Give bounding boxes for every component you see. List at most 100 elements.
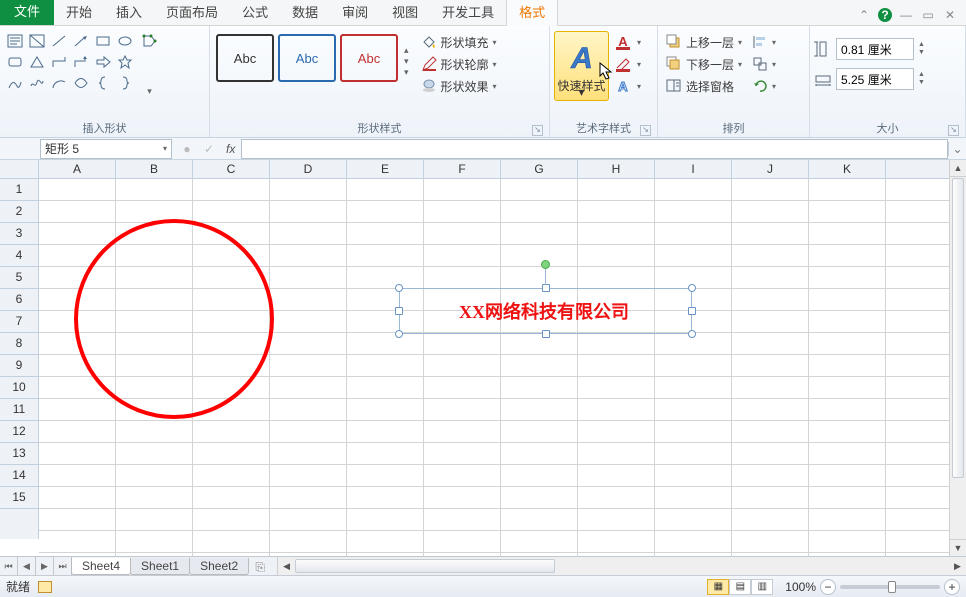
cells-area[interactable]: XX网络科技有限公司 [39, 179, 949, 556]
col-header[interactable]: I [655, 160, 732, 178]
name-box[interactable]: 矩形 5▾ [40, 139, 172, 159]
zoom-in-icon[interactable]: + [944, 579, 960, 595]
row-header[interactable]: 8 [0, 333, 38, 355]
shape-right-arrow-icon[interactable] [92, 52, 113, 72]
style-gallery-more-icon[interactable]: ▾ [404, 67, 409, 78]
shape-rbrace-icon[interactable] [114, 73, 135, 93]
ribbon-min-icon[interactable]: ⌃ [856, 7, 872, 23]
circle-shape[interactable] [74, 219, 274, 419]
shape-triangle-icon[interactable] [26, 52, 47, 72]
col-header[interactable]: J [732, 160, 809, 178]
tab-file[interactable]: 文件 [0, 0, 54, 25]
tab-view[interactable]: 视图 [380, 0, 430, 25]
col-header[interactable]: H [578, 160, 655, 178]
scroll-left-icon[interactable]: ◀ [278, 557, 295, 575]
col-header[interactable]: B [116, 160, 193, 178]
col-header[interactable]: D [270, 160, 347, 178]
size-launcher-icon[interactable]: ↘ [948, 125, 959, 136]
col-header[interactable]: C [193, 160, 270, 178]
resize-handle-w[interactable] [395, 307, 403, 315]
resize-handle-n[interactable] [542, 284, 550, 292]
shape-arc-icon[interactable] [48, 73, 69, 93]
shape-style-2[interactable]: Abc [278, 34, 336, 82]
shape-style-3[interactable]: Abc [340, 34, 398, 82]
height-spinner[interactable]: ▲▼ [918, 41, 925, 57]
shape-star-icon[interactable] [114, 52, 135, 72]
shape-lbrace-icon[interactable] [92, 73, 113, 93]
tab-formulas[interactable]: 公式 [230, 0, 280, 25]
help-icon[interactable]: ? [878, 8, 892, 22]
shape-outline-button[interactable]: 形状轮廓▾ [417, 53, 501, 75]
formula-input[interactable] [241, 139, 948, 159]
sheet-nav-prev-icon[interactable]: ◀ [18, 557, 36, 575]
row-header[interactable]: 9 [0, 355, 38, 377]
rotate-button[interactable]: ▾ [750, 75, 778, 97]
sheet-tab-sheet1[interactable]: Sheet1 [130, 558, 190, 575]
rotate-handle[interactable] [541, 260, 550, 269]
resize-handle-s[interactable] [542, 330, 550, 338]
row-header[interactable]: 3 [0, 223, 38, 245]
resize-handle-nw[interactable] [395, 284, 403, 292]
horizontal-scrollbar[interactable]: ◀ ▶ [277, 557, 966, 575]
row-header[interactable]: 13 [0, 443, 38, 465]
text-effects-button[interactable]: A▾ [613, 75, 643, 97]
tab-home[interactable]: 开始 [54, 0, 104, 25]
text-fill-button[interactable]: A▾ [613, 31, 643, 53]
shape-gallery-more-icon[interactable]: ▾ [139, 81, 160, 101]
row-header[interactable]: 15 [0, 487, 38, 509]
resize-handle-se[interactable] [688, 330, 696, 338]
row-header[interactable]: 11 [0, 399, 38, 421]
shape-style-1[interactable]: Abc [216, 34, 274, 82]
scroll-thumb[interactable] [952, 178, 964, 478]
shape-gallery[interactable] [4, 31, 135, 93]
row-header[interactable]: 4 [0, 245, 38, 267]
scroll-up-icon[interactable]: ▲ [950, 160, 966, 177]
spreadsheet-grid[interactable]: A B C D E F G H I J K 1 2 3 4 5 6 7 8 9 … [0, 160, 966, 556]
send-backward-button[interactable]: 下移一层▾ [662, 53, 746, 75]
shape-textbox-icon[interactable] [4, 31, 25, 51]
zoom-value[interactable]: 100% [785, 580, 816, 594]
shape-arrow-line-icon[interactable] [70, 31, 91, 51]
wordart-launcher-icon[interactable]: ↘ [640, 125, 651, 136]
view-normal-icon[interactable]: ▦ [707, 579, 729, 595]
formula-expand-icon[interactable]: ⌄ [948, 142, 966, 156]
shape-effects-button[interactable]: 形状效果▾ [417, 75, 501, 97]
shape-rect-icon[interactable] [92, 31, 113, 51]
tab-developer[interactable]: 开发工具 [430, 0, 506, 25]
text-outline-button[interactable]: ▾ [613, 53, 643, 75]
zoom-slider[interactable] [840, 585, 940, 589]
bring-forward-button[interactable]: 上移一层▾ [662, 31, 746, 53]
style-gallery-up-icon[interactable]: ▴ [404, 45, 409, 56]
shape-round-rect-icon[interactable] [4, 52, 25, 72]
window-close-icon[interactable]: ✕ [942, 7, 958, 23]
fx-enter-icon[interactable]: ✓ [198, 142, 220, 156]
row-header[interactable]: 1 [0, 179, 38, 201]
tab-page-layout[interactable]: 页面布局 [154, 0, 230, 25]
sheet-nav-first-icon[interactable]: ⏮ [0, 557, 18, 575]
shape-style-gallery[interactable]: Abc Abc Abc [214, 31, 400, 85]
scroll-down-icon[interactable]: ▼ [950, 539, 966, 556]
view-pagebreak-icon[interactable]: ▥ [751, 579, 773, 595]
row-header[interactable]: 7 [0, 311, 38, 333]
tab-review[interactable]: 审阅 [330, 0, 380, 25]
align-button[interactable]: ▾ [750, 31, 778, 53]
fx-cancel-icon[interactable]: ● [176, 142, 198, 156]
tab-data[interactable]: 数据 [280, 0, 330, 25]
row-header[interactable]: 5 [0, 267, 38, 289]
shape-curve-icon[interactable] [70, 73, 91, 93]
row-header[interactable]: 12 [0, 421, 38, 443]
tab-format[interactable]: 格式 [506, 0, 558, 26]
zoom-out-icon[interactable]: − [820, 579, 836, 595]
sheet-tab-sheet4[interactable]: Sheet4 [71, 558, 131, 575]
row-header[interactable]: 2 [0, 201, 38, 223]
window-restore-icon[interactable]: ▭ [920, 7, 936, 23]
row-headers[interactable]: 1 2 3 4 5 6 7 8 9 10 11 12 13 14 15 [0, 179, 39, 539]
wordart-shape[interactable]: XX网络科技有限公司 [424, 294, 664, 328]
resize-handle-sw[interactable] [395, 330, 403, 338]
col-header[interactable]: F [424, 160, 501, 178]
window-minimize-icon[interactable]: — [898, 7, 914, 23]
vertical-scrollbar[interactable]: ▲ ▼ [949, 160, 966, 556]
select-all-corner[interactable] [0, 160, 39, 179]
col-header[interactable]: G [501, 160, 578, 178]
column-headers[interactable]: A B C D E F G H I J K [39, 160, 949, 179]
